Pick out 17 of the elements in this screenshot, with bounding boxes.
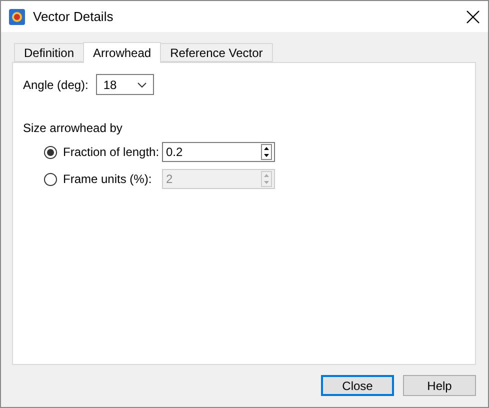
close-icon[interactable] <box>466 10 480 24</box>
radio-label: Fraction of length: <box>63 145 160 159</box>
angle-label: Angle (deg): <box>23 78 88 92</box>
group-label: Size arrowhead by <box>23 121 124 135</box>
tab[interactable]: Definition <box>14 43 84 62</box>
radio-label: Frame units (%): <box>63 172 153 186</box>
dialog-button[interactable]: Help <box>403 375 476 396</box>
tab[interactable]: Arrowhead <box>83 42 162 63</box>
spinner-arrows-icon[interactable] <box>261 144 272 160</box>
spin-field[interactable]: 0.2 <box>162 142 275 162</box>
chevron-down-icon <box>137 82 148 88</box>
window-title: Vector Details <box>33 9 114 24</box>
dialog-button[interactable]: Close <box>321 375 394 396</box>
radio-button[interactable] <box>44 146 57 158</box>
tab[interactable]: Reference Vector <box>160 43 273 62</box>
app-logo-icon <box>9 8 25 24</box>
angle-combo[interactable]: 18 <box>96 74 154 95</box>
